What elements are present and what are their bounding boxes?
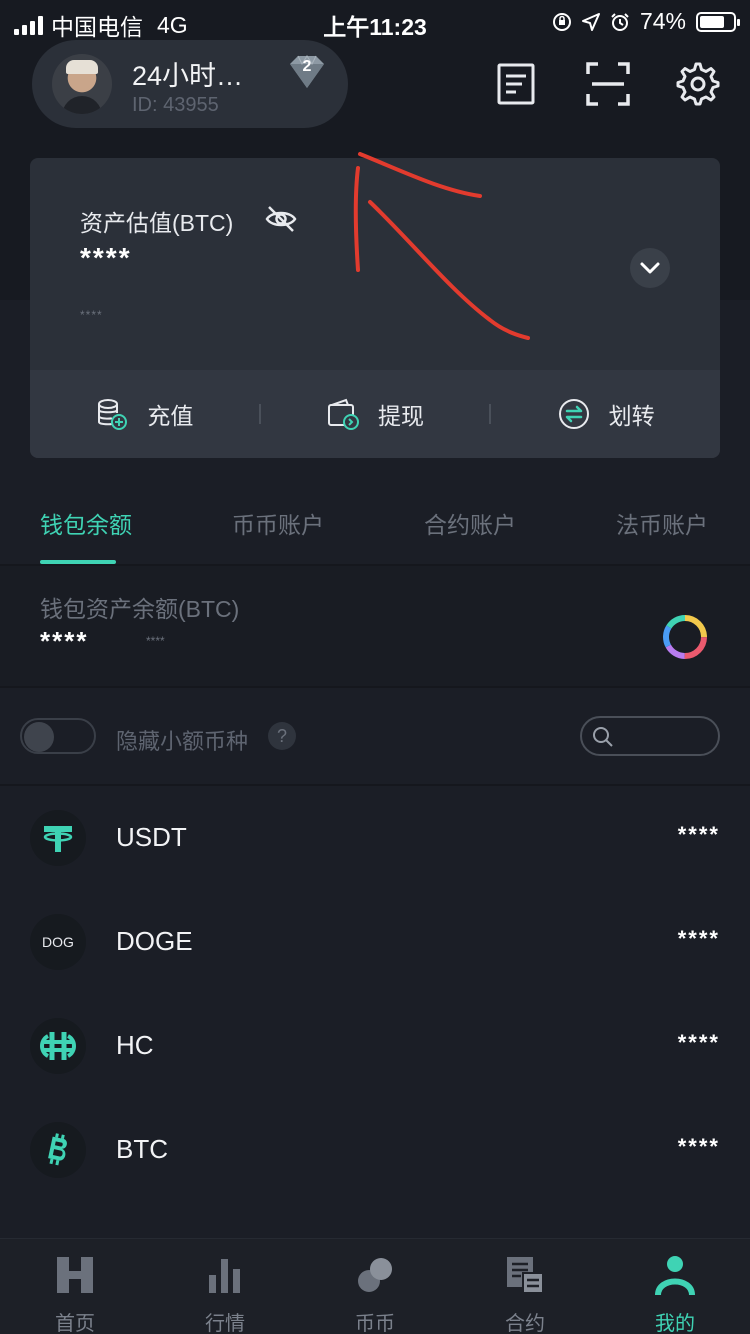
deposit-label: 充值 <box>147 403 194 429</box>
tab-wallet-balance[interactable]: 钱包余额 <box>40 506 132 540</box>
document-icon[interactable] <box>492 60 540 108</box>
coin-name: HC <box>116 1030 154 1060</box>
transfer-button[interactable]: 划转 <box>491 370 720 458</box>
gear-icon[interactable] <box>672 60 720 108</box>
wallet-balance-value: **** <box>40 626 89 656</box>
home-icon <box>57 1257 93 1293</box>
vip-badge: 2 <box>286 54 328 90</box>
hc-icon <box>30 1018 86 1074</box>
coin-name: BTC <box>116 1134 168 1164</box>
contract-icon <box>507 1257 544 1294</box>
expand-button[interactable] <box>630 248 670 288</box>
battery-percent: 74% <box>639 8 686 34</box>
wallet-balance-sub-value: **** <box>146 634 165 648</box>
hide-small-toggle[interactable] <box>20 718 96 754</box>
coin-value: **** <box>677 822 720 847</box>
usdt-icon <box>30 810 86 866</box>
coin-row-doge[interactable]: DOG DOGE **** <box>0 890 750 994</box>
nav-contract-label: 合约 <box>505 1313 545 1334</box>
filter-row: 隐藏小额币种 ? <box>0 688 750 784</box>
profile-id: ID: 43955 <box>132 94 219 116</box>
profile-icon <box>655 1256 695 1296</box>
avatar[interactable] <box>52 54 112 114</box>
nav-profile[interactable]: 我的 <box>600 1239 750 1334</box>
coin-list: USDT **** DOG DOGE **** HC **** BTC **** <box>0 786 750 1202</box>
battery-icon <box>696 11 740 32</box>
search-icon <box>593 727 613 747</box>
search-input[interactable] <box>620 722 710 750</box>
coin-row-hc[interactable]: HC **** <box>0 994 750 1098</box>
battery-fill <box>700 15 724 28</box>
search-box[interactable] <box>580 716 720 756</box>
coin-value: **** <box>677 1030 720 1055</box>
wallet-balance-label: 钱包资产余额(BTC) <box>40 596 240 622</box>
donut-chart-icon[interactable] <box>660 612 710 662</box>
coin-name: DOGE <box>116 926 193 956</box>
status-bar: 中国电信 4G 上午11:23 74% <box>0 0 750 40</box>
transfer-label: 划转 <box>608 403 655 429</box>
hc-logo-icon <box>40 1032 76 1060</box>
tab-contract-account[interactable]: 合约账户 <box>424 506 516 540</box>
nav-profile-label: 我的 <box>655 1313 695 1334</box>
doge-icon: DOG <box>30 914 86 970</box>
coins-icon <box>358 1258 392 1292</box>
deposit-button[interactable]: 充值 <box>30 370 259 458</box>
chevron-down-icon <box>640 262 660 274</box>
rotation-lock-icon <box>552 12 571 31</box>
nav-spot-label: 币币 <box>355 1313 395 1334</box>
eye-off-icon[interactable] <box>264 202 298 236</box>
withdraw-icon <box>328 398 359 430</box>
coin-value: **** <box>677 1134 720 1159</box>
tab-spot-account[interactable]: 币币账户 <box>232 506 324 540</box>
deposit-icon <box>98 399 128 430</box>
wallet-balance-section: 钱包资产余额(BTC) **** **** <box>0 566 750 688</box>
chart-icon <box>209 1259 240 1293</box>
btc-icon <box>30 1122 86 1178</box>
bitcoin-logo-icon <box>48 1133 67 1166</box>
bottom-nav: 首页 行情 币币 合约 我的 <box>0 1238 750 1334</box>
asset-value: **** <box>80 242 132 273</box>
nav-market[interactable]: 行情 <box>150 1239 300 1334</box>
toggle-knob <box>24 722 54 752</box>
location-icon <box>581 12 600 31</box>
nav-spot[interactable]: 币币 <box>300 1239 450 1334</box>
asset-actions: 充值 提现 划转 <box>30 370 720 458</box>
withdraw-label: 提现 <box>378 403 424 429</box>
hide-small-label: 隐藏小额币种 <box>116 729 249 754</box>
help-icon[interactable]: ? <box>268 722 296 750</box>
nav-contract[interactable]: 合约 <box>450 1239 600 1334</box>
vip-level: 2 <box>302 58 312 75</box>
coin-value: **** <box>677 926 720 951</box>
withdraw-button[interactable]: 提现 <box>261 370 490 458</box>
alarm-icon <box>611 12 629 31</box>
coin-name: USDT <box>116 822 187 852</box>
tether-logo-icon <box>43 826 73 852</box>
nav-home[interactable]: 首页 <box>0 1239 150 1334</box>
asset-sub-value: **** <box>80 308 103 322</box>
asset-title: 资产估值(BTC) <box>80 210 234 236</box>
nav-home-label: 首页 <box>55 1313 95 1334</box>
doge-icon-text: DOG <box>42 934 74 950</box>
nav-market-label: 行情 <box>205 1313 245 1334</box>
scan-icon[interactable] <box>584 60 632 108</box>
profile-name: 24小时… <box>132 61 244 91</box>
coin-row-btc[interactable]: BTC **** <box>0 1098 750 1202</box>
transfer-icon <box>558 399 589 429</box>
tab-fiat-account[interactable]: 法币账户 <box>616 506 708 540</box>
profile-card[interactable]: 24小时… ID: 43955 2 <box>32 40 348 128</box>
coin-row-usdt[interactable]: USDT **** <box>0 786 750 890</box>
asset-card: 资产估值(BTC) **** **** 充值 提现 划转 <box>30 158 720 458</box>
